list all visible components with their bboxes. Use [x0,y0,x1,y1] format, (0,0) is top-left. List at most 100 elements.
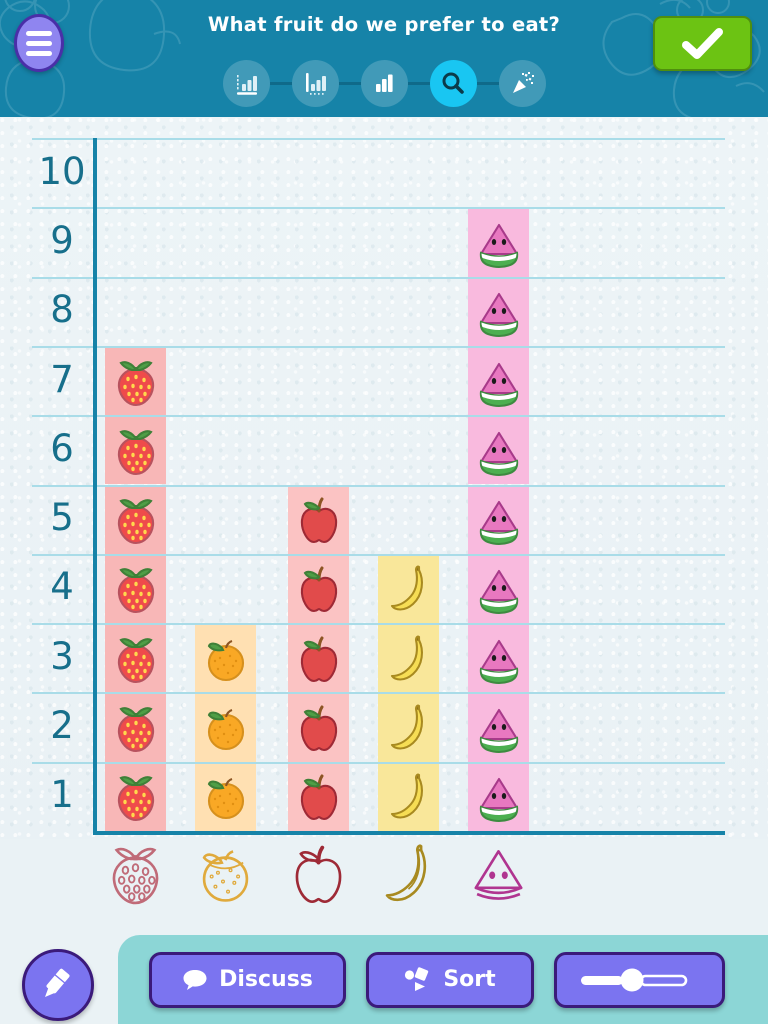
pictograph-cell-strawberry[interactable] [105,555,166,624]
pictograph-cell-banana[interactable] [378,625,439,693]
y-axis-tick-label: 7 [50,357,74,401]
checkmark-icon [681,27,723,59]
pictograph-cell-strawberry[interactable] [105,347,166,416]
watermelon-icon [479,570,518,615]
slider-button[interactable] [554,951,725,1008]
pictograph-cell-strawberry[interactable] [105,417,166,485]
strawberry-icon [117,776,154,822]
strawberry-icon [117,707,154,753]
y-axis-tick-label: 4 [50,565,74,609]
step-scale-chart[interactable] [291,59,339,107]
watermelon-icon [479,293,518,338]
pictograph-cell-watermelon[interactable] [468,417,529,485]
app-root: What fruit do we prefer to eat? 1 2 3 4 … [0,0,768,1024]
y-axis-tick-label: 8 [50,288,74,332]
edit-button[interactable] [22,949,94,1021]
strawberry-icon [117,499,154,545]
banana-icon [390,635,423,681]
pictograph-cell-banana[interactable] [378,555,439,624]
action-panel: Discuss Sort [118,935,768,1024]
pictograph-cell-apple[interactable] [288,694,349,762]
pictograph-chart: 1 2 3 4 5 6 7 8 9 10 [0,117,768,905]
pencil-icon [45,968,70,997]
y-axis-tick-label: 6 [50,426,74,470]
watermelon-icon [479,639,518,684]
pictograph-cell-watermelon[interactable] [468,209,529,277]
confirm-button[interactable] [653,16,752,71]
pictograph-cell-apple[interactable] [288,763,349,831]
y-axis-tick-label: 1 [50,773,74,817]
sort-button[interactable]: Sort [366,951,534,1008]
strawberry-icon [117,360,154,406]
y-axis-tick-label: 5 [50,496,74,540]
pictograph-cell-strawberry[interactable] [105,625,166,693]
y-axis-tick-label: 10 [38,149,86,193]
pictograph-cell-banana[interactable] [378,694,439,762]
watermelon-icon [479,362,518,407]
pictograph-cell-orange[interactable] [195,763,256,831]
discuss-label: Discuss [219,967,313,992]
hamburger-menu-icon-bar2 [26,40,52,46]
pictograph-cell-watermelon[interactable] [468,625,529,693]
banana-icon [390,704,423,750]
y-axis-tick-label: 3 [50,634,74,678]
bottom-toolbar: Discuss Sort [0,839,768,1024]
pictograph-cell-watermelon[interactable] [468,763,529,831]
y-axis-tick-label: 2 [50,704,74,748]
pictograph-cell-watermelon[interactable] [468,555,529,624]
hamburger-menu-icon-bar3 [26,50,52,56]
pictograph-cell-banana[interactable] [378,763,439,831]
pictograph-cell-strawberry[interactable] [105,763,166,831]
pictograph-cell-watermelon[interactable] [468,486,529,554]
pictograph-cell-orange[interactable] [195,625,256,693]
banana-icon [390,773,423,819]
y-axis-line [93,138,97,835]
step-connector-1 [269,81,292,85]
shapes-sort-icon [405,966,429,991]
bar-chart-scale-icon [306,73,326,95]
orange-icon [207,778,244,820]
pictograph-cell-watermelon[interactable] [468,694,529,762]
strawberry-icon [117,568,154,614]
magnifier-icon [442,72,464,94]
step-connector-4 [476,81,499,85]
speech-bubble-icon [183,969,207,990]
step-inspect[interactable] [429,59,477,107]
pictograph-cell-watermelon[interactable] [468,278,529,346]
discuss-button[interactable]: Discuss [149,951,346,1008]
pictograph-cell-apple[interactable] [288,625,349,693]
apple-icon [300,497,337,544]
apple-icon [300,774,337,821]
pictograph-cell-apple[interactable] [288,486,349,554]
watermelon-icon [479,501,518,546]
pictograph-cell-strawberry[interactable] [105,694,166,762]
step-connector-2 [338,81,361,85]
strawberry-icon [117,430,154,475]
step-bar-chart[interactable] [360,59,408,107]
step-connector-3 [407,81,430,85]
bar-chart-icon [376,74,393,92]
gridline [32,276,725,279]
orange-icon [207,709,244,751]
apple-icon [300,705,337,752]
party-popper-icon [513,72,534,93]
gridline [32,138,725,140]
apple-icon [300,566,337,613]
sort-label: Sort [443,967,496,992]
slider-icon [581,968,688,991]
app-header: What fruit do we prefer to eat? [0,0,768,117]
apple-icon [300,636,337,682]
banana-icon [390,566,423,611]
y-axis-tick-label: 9 [50,218,74,262]
pictograph-cell-strawberry[interactable] [105,486,166,554]
watermelon-icon [479,708,518,754]
watermelon-icon [479,223,518,268]
step-celebrate[interactable] [498,59,546,107]
pictograph-cell-apple[interactable] [288,555,349,624]
pictograph-cell-orange[interactable] [195,694,256,762]
x-axis-line [93,831,725,835]
watermelon-icon [479,431,518,476]
watermelon-icon [479,778,518,823]
step-axis-chart[interactable] [222,59,270,107]
pictograph-cell-watermelon[interactable] [468,347,529,416]
